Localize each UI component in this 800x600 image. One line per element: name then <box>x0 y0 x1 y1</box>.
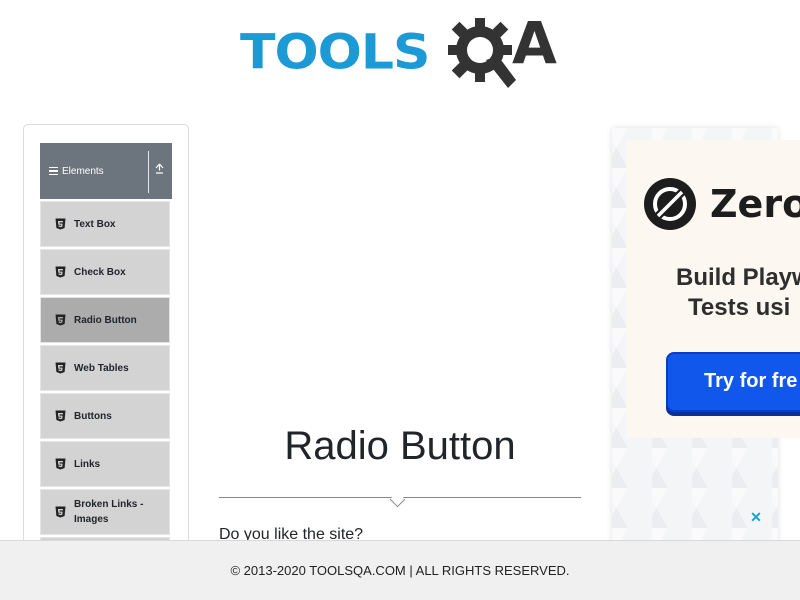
sidebar-item-text-box[interactable]: Text Box <box>40 201 170 247</box>
ad-card[interactable]: Zero Build Playw Tests usi Try for fre <box>626 140 800 438</box>
sidebar-item-label: Check Box <box>74 266 126 278</box>
html5-icon <box>55 506 66 518</box>
ad-headline-line1: Build Playw <box>676 264 800 291</box>
html5-icon <box>55 314 66 326</box>
html5-icon <box>55 410 66 422</box>
sidebar-item-label: Radio Button <box>74 314 137 326</box>
sidebar-item-radio-button[interactable]: Radio Button <box>40 297 170 343</box>
sidebar-item-label: Links <box>74 458 101 470</box>
footer-copyright: © 2013-2020 TOOLSQA.COM | ALL RIGHTS RES… <box>230 563 570 578</box>
sidebar-item-check-box[interactable]: Check Box <box>40 249 170 295</box>
close-icon[interactable]: ✕ <box>749 509 763 525</box>
html5-icon <box>55 266 66 278</box>
html5-icon <box>55 458 66 470</box>
page: TOOLS A Elements Text Box Check Box Radi… <box>0 0 800 600</box>
group-header-title: Elements <box>62 165 104 177</box>
sidebar-item-broken-links[interactable]: Broken Links - Images <box>40 489 170 535</box>
page-title: Radio Button <box>284 424 516 468</box>
html5-icon <box>55 362 66 374</box>
group-header-elements[interactable]: Elements <box>40 143 172 199</box>
toolsqa-logo[interactable]: TOOLS A <box>240 14 570 92</box>
arrow-up-icon[interactable] <box>153 163 165 177</box>
logo-text: TOOLS <box>240 25 430 81</box>
html5-icon <box>55 218 66 230</box>
title-divider-caret <box>389 491 406 508</box>
sidebar-item-buttons[interactable]: Buttons <box>40 393 170 439</box>
sidebar-item-label: Buttons <box>74 410 112 422</box>
elements-menu-list: Text Box Check Box Radio Button Web Tabl… <box>40 201 170 563</box>
sidebar-item-label: Text Box <box>74 218 116 230</box>
sidebar-item-label: Broken Links - Images <box>74 499 144 525</box>
ad-brand: Zero <box>710 182 800 226</box>
ad-headline-line2: Tests usi <box>688 294 791 321</box>
sidebar-item-label: Web Tables <box>74 362 129 374</box>
logo-letter-a: A <box>512 9 557 77</box>
ad-cta-button[interactable]: Try for fre <box>666 352 800 412</box>
footer: © 2013-2020 TOOLSQA.COM | ALL RIGHTS RES… <box>0 540 800 600</box>
zerostep-logo-icon <box>644 178 696 230</box>
sidebar-item-web-tables[interactable]: Web Tables <box>40 345 170 391</box>
hamburger-icon <box>49 166 58 176</box>
sidebar-item-links[interactable]: Links <box>40 441 170 487</box>
left-panel: Elements Text Box Check Box Radio Button… <box>23 124 189 564</box>
gear-icon <box>448 18 516 88</box>
group-header-divider <box>148 151 149 193</box>
